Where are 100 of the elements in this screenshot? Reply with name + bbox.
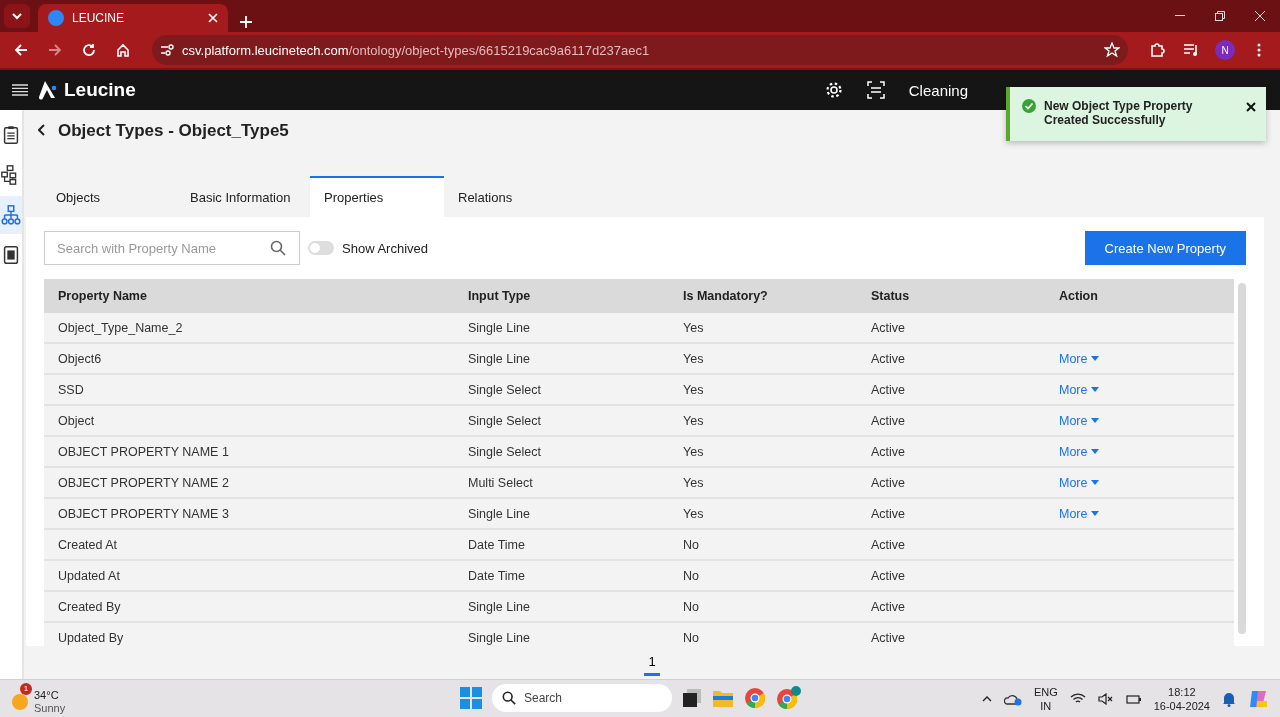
brand-name: Leucine <box>64 79 136 101</box>
media-queue-icon[interactable] <box>1183 43 1199 57</box>
more-link[interactable]: More <box>1059 382 1100 397</box>
table-cell: Created By <box>44 591 454 622</box>
table-cell: SSD <box>44 374 454 405</box>
table-cell: Active <box>857 436 1045 467</box>
tab[interactable]: Properties <box>310 176 444 217</box>
table-cell: Single Select <box>454 405 669 436</box>
browser-tab[interactable]: LEUCINE <box>38 4 228 32</box>
column-header: Status <box>857 279 1045 313</box>
profile-avatar[interactable]: N <box>1215 40 1235 60</box>
create-property-button[interactable]: Create New Property <box>1084 231 1246 265</box>
search-icon <box>502 691 516 705</box>
table-cell: Yes <box>669 467 857 498</box>
tab-list-button[interactable] <box>4 4 30 28</box>
toggle-label: Show Archived <box>342 240 428 256</box>
battery-icon[interactable] <box>1125 692 1142 705</box>
table-cell: OBJECT PROPERTY NAME 1 <box>44 436 454 467</box>
menu-icon[interactable] <box>12 84 28 96</box>
table-cell: Single Line <box>454 313 669 343</box>
tab[interactable]: Relations <box>444 176 578 217</box>
more-link[interactable]: More <box>1059 351 1100 366</box>
more-link[interactable]: More <box>1059 506 1100 521</box>
table-cell: Yes <box>669 313 857 343</box>
logo-icon <box>38 80 58 100</box>
task-view-icon[interactable] <box>682 688 702 708</box>
site-settings-icon[interactable] <box>160 43 174 57</box>
table-cell: Yes <box>669 343 857 374</box>
chevron-up-icon[interactable] <box>981 695 992 702</box>
bell-icon[interactable] <box>1222 690 1236 707</box>
address-bar[interactable]: csv.platform.leucinetech.com/ontology/object-types/6615219cac9a6117d237aec1 <box>152 35 1128 65</box>
weather-text: Sunny <box>34 701 66 715</box>
page-title: Object Types - Object_Type5 <box>58 121 289 141</box>
chrome-icon[interactable] <box>744 687 766 709</box>
home-icon[interactable] <box>116 43 130 57</box>
folder-icon[interactable] <box>712 688 734 708</box>
table-cell: Active <box>857 498 1045 529</box>
forward-arrow-icon[interactable] <box>48 43 62 57</box>
windows-start-icon[interactable] <box>460 687 482 709</box>
tab[interactable]: Objects <box>42 176 176 217</box>
table-cell: Yes <box>669 436 857 467</box>
taskbar-search[interactable]: Search <box>492 684 672 712</box>
caret-icon <box>1091 449 1100 454</box>
scan-icon[interactable] <box>866 81 885 99</box>
table-cell: Single Select <box>454 374 669 405</box>
more-options-icon[interactable] <box>1257 43 1261 57</box>
table-cell: Single Line <box>454 498 669 529</box>
column-header: Input Type <box>454 279 669 313</box>
restore-icon[interactable] <box>1215 11 1225 21</box>
close-icon <box>1246 102 1256 112</box>
copilot-icon[interactable] <box>1248 688 1268 709</box>
caret-icon <box>1091 480 1100 485</box>
minimize-icon[interactable] <box>1175 15 1185 17</box>
scrollbar[interactable] <box>1238 283 1246 634</box>
table-cell: Object_Type_Name_2 <box>44 313 454 343</box>
chrome-profile-icon[interactable] <box>776 686 802 710</box>
more-link[interactable]: More <box>1059 444 1100 459</box>
caret-icon <box>1091 356 1100 361</box>
more-link[interactable]: More <box>1059 475 1100 490</box>
table-cell: Active <box>857 405 1045 436</box>
page-number[interactable]: 1 <box>644 649 660 676</box>
column-header: Action <box>1045 279 1234 313</box>
extensions-icon[interactable] <box>1149 42 1165 58</box>
table-cell: Active <box>857 374 1045 405</box>
table-cell: Single Line <box>454 343 669 374</box>
table-cell: Yes <box>669 374 857 405</box>
table-cell: OBJECT PROPERTY NAME 2 <box>44 467 454 498</box>
table-cell: Active <box>857 467 1045 498</box>
table-cell: Updated At <box>44 560 454 591</box>
table-cell: Active <box>857 343 1045 374</box>
table-cell: Single Line <box>454 591 669 622</box>
close-icon[interactable] <box>1255 11 1265 21</box>
language-indicator[interactable]: ENG IN <box>1033 684 1058 713</box>
muted-speaker-icon[interactable] <box>1097 692 1114 705</box>
url-text: csv.platform.leucinetech.com/ontology/object-types/6615219cac9a6117d237aec1 <box>182 42 651 58</box>
chevron-down-icon <box>11 10 23 22</box>
toggle-switch[interactable] <box>308 241 334 255</box>
tab[interactable]: Basic Information <box>176 176 310 217</box>
clock[interactable]: 18:12 16-04-2024 <box>1153 684 1210 713</box>
header-menu-item[interactable]: Cleaning <box>908 81 968 99</box>
new-tab-icon[interactable] <box>240 16 252 28</box>
table-cell: Single Line <box>454 622 669 646</box>
search-icon <box>270 240 286 256</box>
search-field[interactable]: Search with Property Name <box>44 231 300 265</box>
reload-icon[interactable] <box>82 43 96 57</box>
chevron-left-icon <box>38 124 46 136</box>
weather-widget[interactable]: 1 34°C Sunny <box>12 682 66 715</box>
more-link[interactable]: More <box>1059 413 1100 428</box>
hierarchy-icon <box>0 204 22 226</box>
table-cell: OBJECT PROPERTY NAME 3 <box>44 498 454 529</box>
back-arrow-icon[interactable] <box>14 43 28 57</box>
table-cell: Active <box>857 313 1045 343</box>
site-icon <box>48 10 64 26</box>
settings-icon[interactable] <box>824 81 843 99</box>
star-icon[interactable] <box>1104 42 1120 58</box>
column-header: Is Mandatory? <box>669 279 857 313</box>
table-cell: Yes <box>669 405 857 436</box>
table-cell: Active <box>857 560 1045 591</box>
table-cell: Object <box>44 405 454 436</box>
wifi-icon[interactable] <box>1069 692 1086 705</box>
